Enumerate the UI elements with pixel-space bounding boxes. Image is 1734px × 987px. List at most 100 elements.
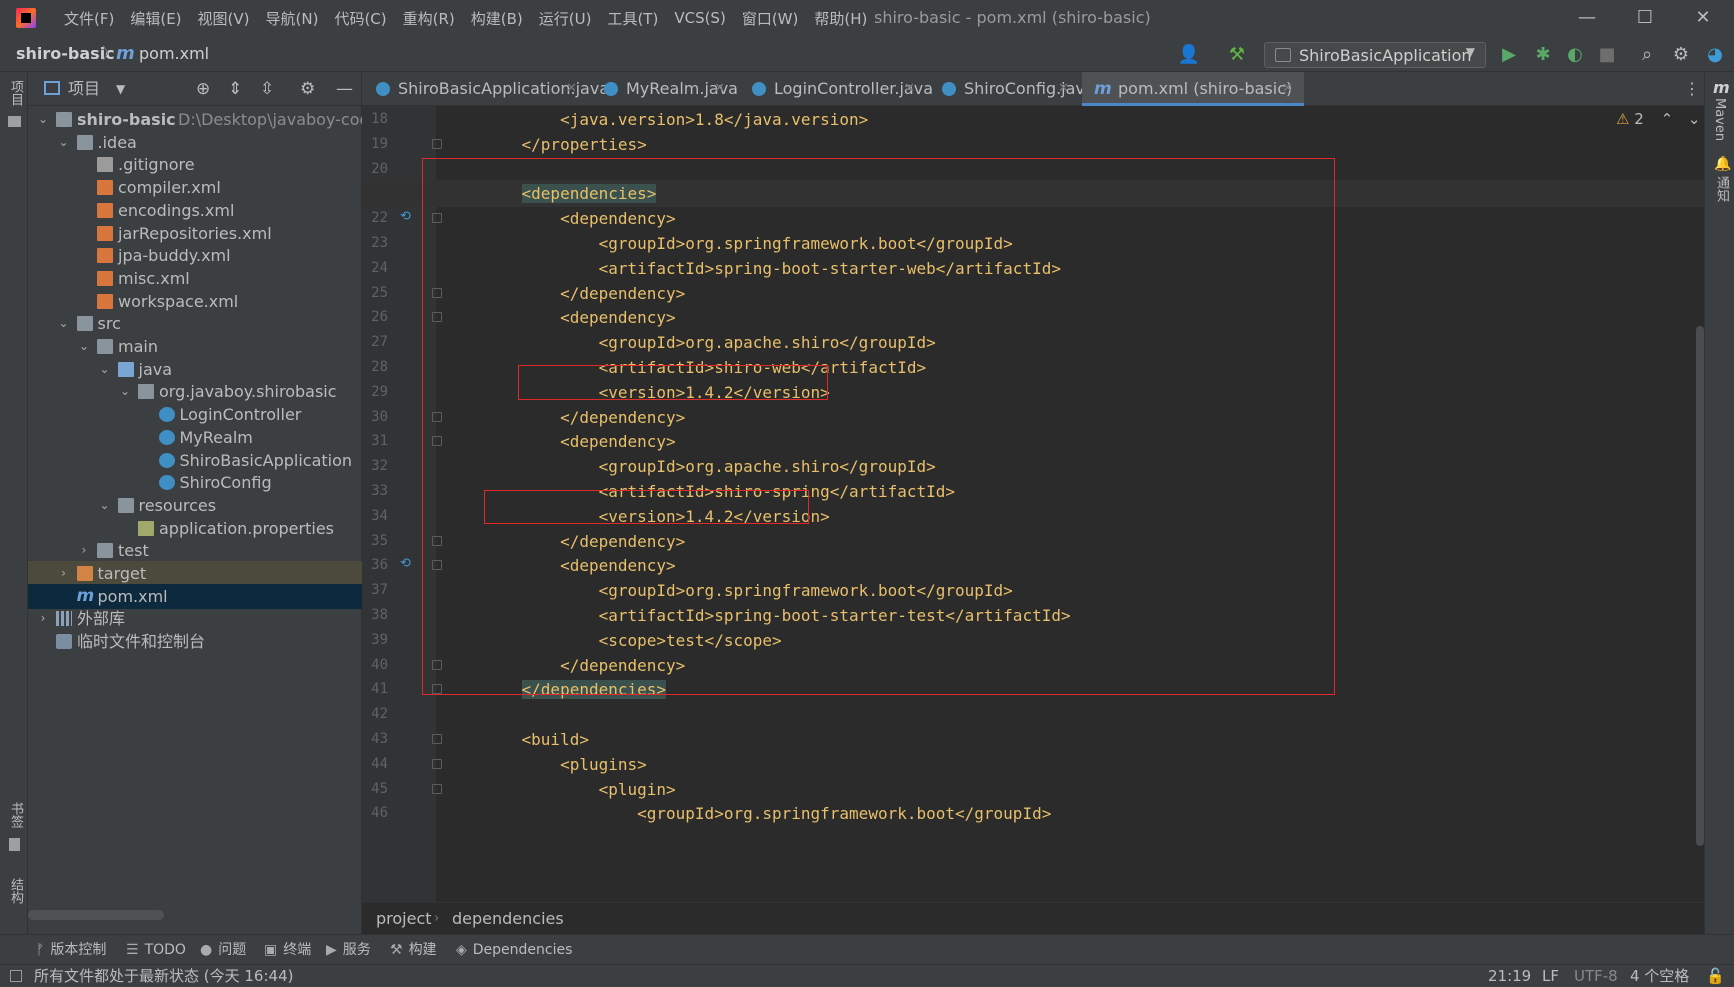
close-tab-icon[interactable]: ✕ (714, 72, 725, 106)
tool-window-button[interactable]: ◈ Dependencies (456, 935, 572, 965)
menu-item[interactable]: VCS(S) (666, 9, 733, 27)
tool-window-button[interactable]: ☰ TODO (126, 935, 186, 965)
file-encoding[interactable]: UTF-8 (1574, 965, 1618, 987)
nav-project[interactable]: shiro-basic (16, 36, 115, 72)
tree-item[interactable]: ⌄ src (28, 311, 362, 336)
tree-chevron-icon[interactable]: ⌄ (36, 107, 50, 132)
caret-position[interactable]: 21:19 (1488, 965, 1531, 987)
tree-item[interactable]: ⌄ resources (28, 493, 362, 518)
chevron-down-icon[interactable]: ▼ (116, 72, 125, 106)
tree-item[interactable]: ShiroConfig (28, 470, 362, 495)
inspection-widget[interactable]: ⚠ 2 ⌃ ⌄ (1616, 106, 1701, 133)
tree-chevron-icon[interactable]: ⌄ (57, 130, 71, 155)
tool-window-button[interactable]: ▣ 终端 (264, 935, 311, 965)
tree-item[interactable]: jarRepositories.xml (28, 221, 362, 246)
code-line[interactable]: <plugins> (362, 751, 1704, 778)
project-h-scrollbar[interactable] (28, 910, 164, 920)
tree-item[interactable]: ⌄ main (28, 334, 362, 359)
tree-item[interactable]: › test (28, 538, 362, 563)
menu-item[interactable]: 工具(T) (599, 8, 666, 29)
tree-item[interactable]: .gitignore (28, 152, 362, 177)
editor-tab[interactable]: ShiroBasicApplication.java ✕ (362, 72, 609, 106)
tree-chevron-icon[interactable]: ⌄ (98, 357, 112, 382)
prev-highlight-icon[interactable]: ⌃ (1661, 110, 1674, 128)
menu-item[interactable]: 代码(C) (326, 8, 394, 29)
code-editor[interactable]: 1819202122⟲2324252627282930313233343536⟲… (362, 106, 1704, 902)
tree-item[interactable]: application.properties (28, 516, 362, 541)
tree-chevron-icon[interactable]: › (36, 606, 50, 631)
line-separator[interactable]: LF (1542, 965, 1559, 987)
tree-item[interactable]: m pom.xml (28, 583, 362, 609)
menu-item[interactable]: 帮助(H) (806, 8, 875, 29)
bookmarks-tool-tab[interactable]: 书签 (6, 802, 25, 828)
editor-tab[interactable]: MyRealm.java ✕ (590, 72, 738, 106)
debug-icon[interactable]: ✱ (1530, 42, 1556, 68)
tool-window-button[interactable]: ᚠ 版本控制 (36, 935, 106, 965)
tool-window-button[interactable]: ⚒ 构建 (390, 935, 437, 965)
tree-item[interactable]: › target (28, 561, 362, 586)
tree-item[interactable]: LoginController (28, 402, 362, 427)
menu-item[interactable]: 视图(V) (190, 8, 258, 29)
tree-chevron-icon[interactable]: ⌄ (98, 493, 112, 518)
locate-icon[interactable]: ⊕ (196, 72, 210, 106)
editor-tab[interactable]: LoginController.java ✕ (738, 72, 933, 106)
maven-tool-tab[interactable]: Maven (1712, 98, 1727, 141)
maximize-button[interactable]: ☐ (1618, 0, 1672, 36)
tree-item[interactable]: ⌄ java (28, 357, 362, 382)
tree-item[interactable]: jpa-buddy.xml (28, 243, 362, 268)
run-config-select[interactable]: ShiroBasicApplication ▼ (1264, 42, 1486, 68)
tree-chevron-icon[interactable]: › (57, 561, 71, 586)
tree-item[interactable]: MyRealm (28, 425, 362, 450)
collapse-all-icon[interactable]: ⇳ (260, 72, 274, 106)
project-tool-tab[interactable]: 项目 (6, 80, 25, 106)
menu-item[interactable]: 构建(B) (463, 8, 531, 29)
close-tab-icon[interactable]: ✕ (1282, 72, 1293, 106)
tree-chevron-icon[interactable]: › (77, 538, 91, 563)
nav-file[interactable]: pom.xml (139, 36, 209, 72)
menu-item[interactable]: 窗口(W) (734, 8, 807, 29)
hide-panel-icon[interactable]: — (336, 72, 353, 106)
notifications-tool-tab[interactable]: 通知 (1712, 176, 1731, 202)
indent-setting[interactable]: 4 个空格 (1630, 965, 1689, 987)
tree-item[interactable]: 临时文件和控制台 (28, 629, 362, 654)
tree-item[interactable]: encodings.xml (28, 198, 362, 223)
menu-item[interactable]: 运行(U) (531, 8, 600, 29)
tree-item[interactable]: ⌄ .idea (28, 130, 362, 155)
tree-item[interactable]: workspace.xml (28, 289, 362, 314)
tree-chevron-icon[interactable]: ⌄ (57, 311, 71, 336)
tree-item[interactable]: ⌄ shiro-basic D:\Desktop\javaboy-code- (28, 107, 385, 132)
tool-window-button[interactable]: ▶ 服务 (326, 935, 371, 965)
tabs-more-icon[interactable]: ⋮ (1684, 72, 1700, 106)
code-line[interactable]: <build> (362, 726, 1704, 753)
menu-item[interactable]: 导航(N) (258, 8, 327, 29)
build-hammer-icon[interactable]: ⚒ (1224, 42, 1250, 68)
project-view-title[interactable]: 项目 (68, 72, 100, 106)
code-line[interactable]: <java.version>1.8</java.version> (362, 106, 1704, 133)
minimize-button[interactable]: — (1560, 0, 1614, 36)
tree-item[interactable]: ⌄ org.javaboy.shirobasic (28, 379, 362, 404)
gear-icon[interactable]: ⚙ (1668, 42, 1694, 68)
lock-icon[interactable]: 🔓 (1706, 965, 1725, 987)
stop-icon[interactable]: ■ (1594, 42, 1620, 68)
plugin-icon[interactable]: ◕ (1702, 42, 1728, 68)
tree-item[interactable]: compiler.xml (28, 175, 362, 200)
close-tab-icon[interactable]: ✕ (566, 72, 577, 106)
tree-item[interactable]: misc.xml (28, 266, 362, 291)
expand-all-icon[interactable]: ⇕ (228, 72, 242, 106)
menu-item[interactable]: 编辑(E) (122, 8, 189, 29)
tree-chevron-icon[interactable]: ⌄ (118, 379, 132, 404)
code-line[interactable]: </properties> (362, 131, 1704, 158)
tree-chevron-icon[interactable]: ⌄ (77, 334, 91, 359)
editor-tab[interactable]: ShiroConfig.java ✕ (928, 72, 1095, 106)
coverage-icon[interactable]: ◐ (1562, 42, 1588, 68)
run-icon[interactable]: ▶ (1496, 42, 1522, 68)
user-icon[interactable]: 👤 (1176, 42, 1202, 68)
layout-toggle-icon[interactable] (10, 970, 22, 982)
crumb-dependencies[interactable]: dependencies (452, 903, 564, 935)
menu-item[interactable]: 文件(F) (56, 8, 122, 29)
tree-item[interactable]: ShiroBasicApplication (28, 448, 362, 473)
close-tab-icon[interactable]: ✕ (904, 72, 915, 106)
tool-window-button[interactable]: ● 问题 (200, 935, 246, 965)
code-line[interactable]: <groupId>org.springframework.boot</group… (362, 800, 1704, 827)
menu-item[interactable]: 重构(R) (395, 8, 463, 29)
